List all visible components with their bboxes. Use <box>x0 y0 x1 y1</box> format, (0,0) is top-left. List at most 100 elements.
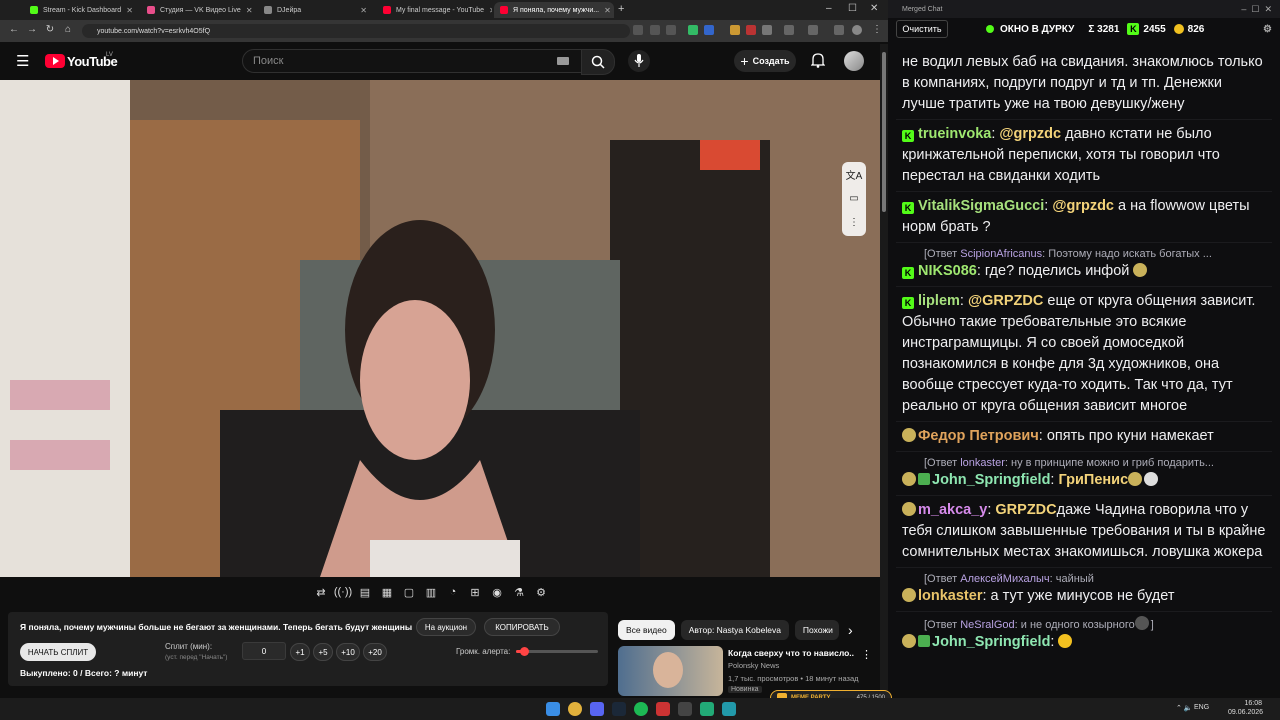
close-window-icon[interactable]: ✕ <box>870 3 878 14</box>
video-more-icon[interactable]: ⋮ <box>861 648 872 661</box>
speed-icon[interactable]: ◔ <box>444 583 462 601</box>
volume-slider[interactable] <box>516 647 598 656</box>
chat-settings-gear-icon[interactable]: ⚙ <box>1263 24 1272 35</box>
language-indicator[interactable]: ENG <box>1194 704 1209 711</box>
tab-vk-studio[interactable]: Студия — VK Видео Live ✕ <box>141 2 256 18</box>
chat-window-controls-icon[interactable]: – ☐ ✕ <box>1241 4 1272 15</box>
clear-chat-button[interactable]: Очистить <box>896 20 948 38</box>
clock-date[interactable]: 09.06.2026 <box>1228 709 1263 716</box>
chat-username[interactable]: NIKS086 <box>918 263 977 279</box>
extensions-puzzle-icon[interactable] <box>784 25 794 35</box>
discord-icon[interactable] <box>590 702 604 716</box>
recommended-thumbnail[interactable] <box>618 646 723 696</box>
chat-username[interactable]: m_akca_y <box>918 502 987 518</box>
chip-similar[interactable]: Похожи <box>794 620 839 640</box>
close-tab-icon[interactable]: ✕ <box>246 6 253 15</box>
frames-icon[interactable]: ▥ <box>422 583 440 601</box>
reload-icon[interactable]: ↻ <box>44 24 56 35</box>
close-tab-icon[interactable]: ✕ <box>360 6 367 15</box>
settings-gear-icon[interactable]: ⚙ <box>532 583 550 601</box>
video-player[interactable] <box>0 80 880 577</box>
zoom-icon[interactable] <box>650 25 660 35</box>
loop-icon[interactable]: ⇄ <box>312 583 330 601</box>
plus-5-button[interactable]: +5 <box>313 643 333 661</box>
extension-icon[interactable] <box>746 25 756 35</box>
broadcast-icon[interactable]: ((·)) <box>334 583 352 601</box>
recommended-title[interactable]: Когда сверху что то нависло... <box>728 648 854 658</box>
chrome-icon[interactable] <box>568 702 582 716</box>
obs-icon[interactable] <box>656 702 670 716</box>
chat-username[interactable]: VitalikSigmaGucci <box>918 198 1044 214</box>
tab-kick-dashboard[interactable]: Stream - Kick Dashboard ✕ <box>24 2 139 18</box>
extension-icon[interactable] <box>688 25 698 35</box>
page-scrollbar[interactable] <box>880 44 888 698</box>
back-icon[interactable]: ← <box>8 24 20 35</box>
bookmark-star-icon[interactable] <box>666 25 676 35</box>
downloads-icon[interactable] <box>808 25 818 35</box>
chat-username[interactable]: John_Springfield <box>932 472 1050 488</box>
minimize-icon[interactable]: – <box>826 3 832 14</box>
translate-icon[interactable]: 文A <box>842 162 866 186</box>
windows-start-icon[interactable] <box>546 702 560 716</box>
plus-20-button[interactable]: +20 <box>363 643 387 661</box>
scrollbar-thumb[interactable] <box>882 52 886 212</box>
browser-menu-icon[interactable]: ⋮ <box>872 24 882 35</box>
recommended-channel[interactable]: Polonsky News <box>728 661 779 670</box>
add-box-icon[interactable]: ⊞ <box>466 583 484 601</box>
account-avatar[interactable] <box>844 51 864 71</box>
subtitles-icon[interactable]: ▭ <box>842 186 866 210</box>
clock-time[interactable]: 16:08 <box>1228 700 1262 707</box>
chip-all-videos[interactable]: Все видео <box>618 620 675 640</box>
extension-icon[interactable] <box>730 25 740 35</box>
new-tab-icon[interactable]: + <box>618 3 624 15</box>
copy-button[interactable]: КОПИРОВАТЬ <box>484 618 560 636</box>
plus-10-button[interactable]: +10 <box>336 643 360 661</box>
auction-button[interactable]: На аукцион <box>416 618 476 636</box>
hamburger-menu-icon[interactable]: ☰ <box>16 52 29 70</box>
steam-icon[interactable] <box>612 702 626 716</box>
system-tray-icons[interactable]: ⌃ 🔈 <box>1176 704 1193 712</box>
picture-icon[interactable]: ▢ <box>400 583 418 601</box>
tab-my-final-message[interactable]: My final message - YouTube ✕ <box>377 2 492 18</box>
forward-icon[interactable]: → <box>26 24 38 35</box>
close-tab-icon[interactable]: ✕ <box>489 6 492 15</box>
start-split-button[interactable]: НАЧАТЬ СПЛИТ <box>20 643 96 661</box>
chips-next-chevron-icon[interactable]: › <box>848 622 853 638</box>
close-tab-icon[interactable]: ✕ <box>604 6 611 15</box>
chat-username[interactable]: trueinvoka <box>918 126 991 142</box>
notifications-bell-icon[interactable] <box>810 53 826 73</box>
chat-username[interactable]: lonkaster <box>918 588 982 604</box>
screenshot-camera-icon[interactable]: ◉ <box>488 583 506 601</box>
telegram-icon[interactable] <box>722 702 736 716</box>
keyboard-icon[interactable] <box>557 57 569 65</box>
voice-search-button[interactable] <box>628 50 650 72</box>
create-button[interactable]: + Создать <box>734 50 796 72</box>
search-input[interactable]: Поиск <box>242 49 582 73</box>
more-options-icon[interactable]: ⋮ <box>842 210 866 234</box>
chip-author[interactable]: Автор: Nastya Kobeleva <box>680 620 789 640</box>
close-tab-icon[interactable]: ✕ <box>126 6 133 15</box>
split-minutes-input[interactable]: 0 <box>242 642 286 660</box>
cast-icon[interactable] <box>633 25 643 35</box>
plus-1-button[interactable]: +1 <box>290 643 310 661</box>
tab-djeira[interactable]: DJейра ✕ <box>258 2 373 18</box>
profile-icon[interactable] <box>852 25 862 35</box>
extension-icon[interactable] <box>762 25 772 35</box>
tab-current-video[interactable]: Я поняла, почему мужчи... ✕ <box>494 2 614 18</box>
split-view-icon[interactable] <box>834 25 844 35</box>
chat-username[interactable]: John_Springfield <box>932 634 1050 650</box>
maximize-icon[interactable]: ☐ <box>848 3 857 14</box>
chat-username[interactable]: liplem <box>918 293 960 309</box>
address-bar[interactable]: youtube.com/watch?v=esrkvh4O5fQ <box>82 24 630 38</box>
app-icon[interactable] <box>678 702 692 716</box>
flask-icon[interactable]: ⚗ <box>510 583 528 601</box>
search-button[interactable] <box>581 49 615 75</box>
home-icon[interactable]: ⌂ <box>62 24 74 35</box>
extension-icon[interactable] <box>704 25 714 35</box>
playlist-add-icon[interactable]: ▤ <box>356 583 374 601</box>
clapper-icon[interactable]: ▦ <box>378 583 396 601</box>
chat-username[interactable]: Федор Петрович <box>918 428 1039 444</box>
app-icon[interactable] <box>700 702 714 716</box>
youtube-logo-icon[interactable] <box>45 54 65 68</box>
spotify-icon[interactable] <box>634 702 648 716</box>
